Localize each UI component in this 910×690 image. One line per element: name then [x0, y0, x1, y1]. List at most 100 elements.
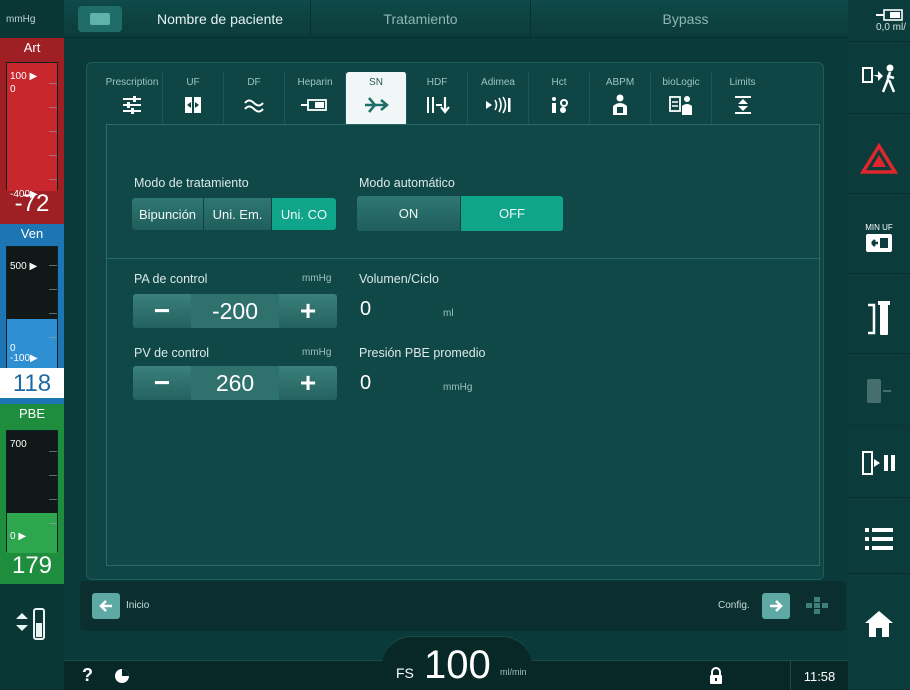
tab-sn[interactable]: SN	[346, 72, 407, 124]
option-bipuncion[interactable]: Bipunción	[132, 198, 204, 230]
warning-triangle-icon	[860, 142, 898, 174]
tab-prescription[interactable]: Prescription	[102, 72, 163, 124]
pbe-bar: 700 0 ▶	[6, 430, 58, 553]
sub-tabs: Prescription UF DF Heparin SN HDF Adimea…	[102, 72, 820, 124]
option-off[interactable]: OFF	[461, 196, 563, 231]
adimea-icon	[486, 96, 511, 114]
list-icon	[865, 527, 893, 550]
ven-scale-bottom: -100▶	[10, 353, 38, 364]
pbe-scale-top: 700	[10, 439, 27, 450]
connect-patient-button[interactable]	[848, 44, 910, 114]
help-icon[interactable]: ?	[82, 665, 93, 686]
ven-scale-top: 500 ▶	[10, 261, 38, 272]
tab-label: HDF	[426, 77, 448, 88]
volumen-ciclo-unit: ml	[443, 308, 454, 319]
hct-icon	[552, 97, 568, 113]
pa-decrement-button[interactable]: −	[133, 294, 191, 328]
uf-icon	[185, 97, 201, 113]
pa-increment-button[interactable]: +	[279, 294, 337, 328]
pa-control-label: PA de control	[134, 272, 208, 286]
tab-label: Prescription	[105, 77, 159, 88]
blood-flow-display[interactable]: FS 100 ml/min	[382, 636, 532, 690]
tab-heparin[interactable]: Heparin	[285, 72, 346, 124]
pa-control-unit: mmHg	[302, 273, 332, 284]
modo-automatico-toggle: ON OFF	[357, 196, 563, 231]
arrow-right-icon	[770, 600, 783, 612]
move-handle-icon[interactable]	[802, 595, 832, 617]
modo-automatico-label: Modo automático	[359, 176, 455, 190]
filter-button[interactable]	[848, 356, 910, 426]
min-uf-button[interactable]: MIN UF	[848, 204, 910, 274]
pa-control-stepper: − -200 +	[133, 294, 337, 328]
volumen-ciclo-value: 0	[360, 298, 372, 320]
lock-icon[interactable]	[708, 667, 724, 690]
pause-pump-button[interactable]	[848, 428, 910, 498]
menu-button[interactable]	[848, 504, 910, 574]
tab-limits[interactable]: Limits	[712, 72, 773, 124]
tab-label: Hct	[551, 77, 567, 88]
art-value: -72	[14, 190, 50, 217]
heparin-status[interactable]: 0,0 ml/	[848, 0, 910, 42]
single-needle-icon	[365, 97, 389, 113]
config-button[interactable]	[762, 593, 790, 619]
bracket-bag-icon	[868, 300, 890, 335]
tab-label: Adimea	[481, 77, 515, 88]
pv-control-unit: mmHg	[302, 347, 332, 358]
updown-syringe-icon	[16, 608, 45, 640]
volumen-ciclo-label: Volumen/Ciclo	[359, 272, 439, 286]
syringe-icon	[876, 9, 903, 21]
navigation-bar: Inicio Config.	[80, 581, 846, 631]
pv-control-label: PV de control	[134, 346, 210, 360]
min-uf-label: MIN UF	[865, 223, 893, 232]
patient-connect-icon	[862, 64, 896, 92]
home-button[interactable]	[848, 588, 910, 658]
top-bar: Nombre de paciente Tratamiento Bypass	[64, 0, 848, 38]
pressure-column: mmHg Art 100 ▶ 0 -400▶ -72 Ven 500 ▶ 0 -…	[0, 0, 64, 690]
pv-control-value[interactable]: 260	[191, 366, 279, 400]
tab-label: SN	[369, 77, 383, 88]
pbe-value: 179	[11, 552, 53, 579]
tab-df[interactable]: DF	[224, 72, 285, 124]
pbe-scale-bottom: 0 ▶	[10, 531, 27, 542]
ven-bar: 500 ▶ 0 -100▶	[6, 246, 58, 369]
tab-abpm[interactable]: ABPM	[590, 72, 651, 124]
tab-label: DF	[247, 77, 261, 88]
modo-tratamiento-label: Modo de tratamiento	[134, 176, 249, 190]
patient-card-icon[interactable]	[78, 5, 122, 32]
art-scale-zero: 0	[10, 84, 16, 95]
ven-panel[interactable]: Ven 500 ▶ 0 -100▶ 118	[0, 224, 64, 404]
pv-increment-button[interactable]: +	[279, 366, 337, 400]
pv-decrement-button[interactable]: −	[133, 366, 191, 400]
tab-label: bioLogic	[662, 77, 700, 88]
approx-icon	[244, 99, 264, 113]
blood-flow-value: 100	[424, 643, 491, 687]
option-uni-em[interactable]: Uni. Em.	[204, 198, 272, 230]
option-uni-co[interactable]: Uni. CO	[272, 198, 336, 230]
tab-adimea[interactable]: Adimea	[468, 72, 529, 124]
tab-nombre-paciente[interactable]: Nombre de paciente	[130, 0, 310, 38]
pbe-panel[interactable]: PBE 700 0 ▶ 179	[0, 404, 64, 584]
pa-control-value[interactable]: -200	[191, 294, 279, 328]
tab-label: Limits	[729, 77, 756, 88]
tab-hdf[interactable]: HDF	[407, 72, 468, 124]
option-on[interactable]: ON	[357, 196, 461, 231]
filter-icon	[867, 378, 891, 403]
sn-settings-panel	[106, 124, 820, 566]
tab-uf[interactable]: UF	[163, 72, 224, 124]
bolus-button[interactable]	[848, 284, 910, 354]
tab-hct[interactable]: Hct	[529, 72, 590, 124]
tab-biologic[interactable]: bioLogic	[651, 72, 712, 124]
art-panel[interactable]: Art 100 ▶ 0 -400▶ -72	[0, 38, 64, 224]
syringe-icon	[301, 99, 327, 111]
tab-label: UF	[186, 77, 200, 88]
tab-tratamiento[interactable]: Tratamiento	[310, 0, 530, 38]
scroll-arrows-button[interactable]	[10, 604, 54, 644]
alarm-button[interactable]	[848, 124, 910, 194]
fs-label: FS	[396, 665, 414, 681]
tab-label: ABPM	[605, 77, 635, 88]
back-button[interactable]	[92, 593, 120, 619]
timer-icon[interactable]	[114, 668, 130, 689]
limits-icon	[734, 96, 751, 114]
tab-bypass[interactable]: Bypass	[530, 0, 840, 38]
back-label: Inicio	[126, 600, 150, 611]
